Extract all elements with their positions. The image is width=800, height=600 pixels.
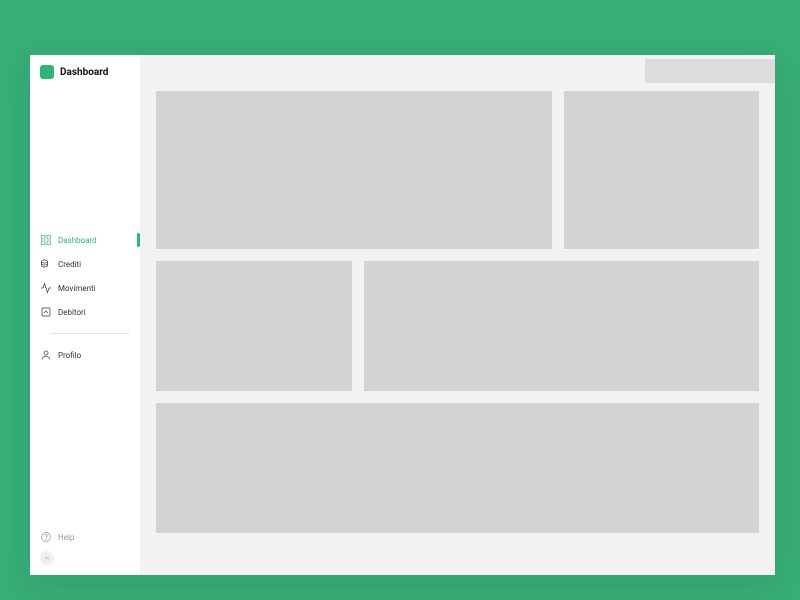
brand-logo	[40, 65, 54, 79]
placeholder-card	[156, 261, 352, 391]
chevron-left-icon: ‹‹	[45, 554, 49, 562]
coins-icon	[40, 258, 52, 270]
placeholder-card	[156, 91, 552, 249]
sidebar-bottom: Help ‹‹	[40, 531, 130, 565]
activity-icon	[40, 282, 52, 294]
sidebar-item-dashboard[interactable]: Dashboard	[40, 229, 140, 251]
sidebar-item-label: Debitori	[58, 308, 140, 317]
sidebar-item-label: Dashboard	[58, 236, 140, 245]
content	[140, 83, 775, 533]
brand: Dashboard	[30, 55, 140, 85]
card-row	[156, 403, 759, 533]
sidebar-item-debitori[interactable]: Debitori	[40, 301, 140, 323]
person-icon	[40, 349, 52, 361]
placeholder-card	[156, 403, 759, 533]
sidebar-item-label: Movimenti	[58, 284, 140, 293]
placeholder-card	[364, 261, 759, 391]
card-row	[156, 91, 759, 249]
sidebar-item-movimenti[interactable]: Movimenti	[40, 277, 140, 299]
user-up-icon	[40, 306, 52, 318]
nav-divider	[50, 333, 130, 334]
sidebar-item-label: Crediti	[58, 260, 140, 269]
sidebar-item-crediti[interactable]: Crediti	[40, 253, 140, 275]
sidebar-item-profilo[interactable]: Profilo	[40, 344, 140, 366]
help-label: Help	[58, 533, 74, 542]
placeholder-card	[564, 91, 759, 249]
help-icon	[40, 531, 52, 543]
main	[140, 55, 775, 575]
brand-title: Dashboard	[60, 67, 108, 78]
help-link[interactable]: Help	[40, 531, 130, 543]
sidebar: Dashboard Dashboard Crediti Movimenti	[30, 55, 140, 575]
topbar	[140, 55, 775, 83]
sidebar-item-label: Profilo	[58, 351, 140, 360]
card-row	[156, 261, 759, 391]
topbar-right-placeholder	[645, 59, 775, 83]
app-window: Dashboard Dashboard Crediti Movimenti	[30, 55, 775, 575]
nav-primary: Dashboard Crediti Movimenti Debitori	[30, 229, 140, 366]
collapse-sidebar-button[interactable]: ‹‹	[40, 551, 54, 565]
grid-icon	[40, 234, 52, 246]
